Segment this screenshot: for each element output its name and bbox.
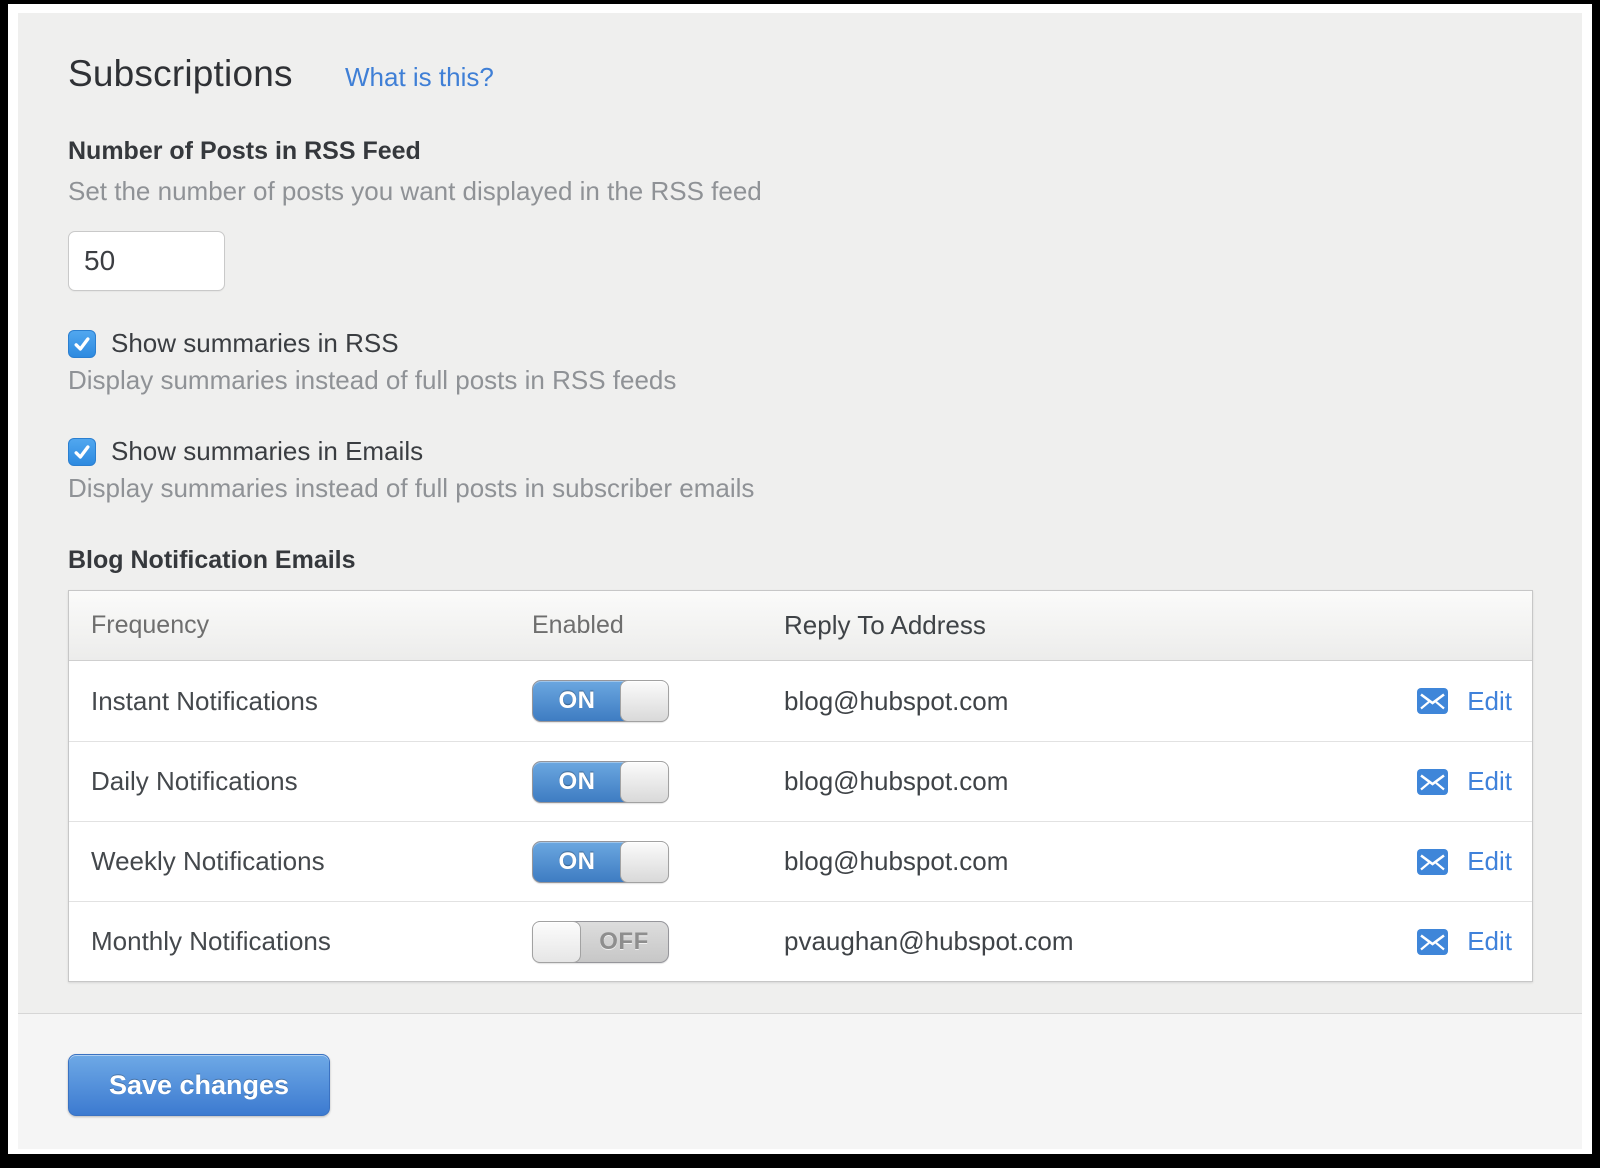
show-summaries-rss-label: Show summaries in RSS	[111, 328, 399, 358]
rss-posts-heading: Number of Posts in RSS Feed	[68, 137, 421, 165]
table-row: Weekly Notifications ON blog@hubspot.com…	[69, 821, 1532, 901]
reply-to-cell: blog@hubspot.com	[784, 685, 1009, 716]
subscriptions-panel: Subscriptions What is this? Number of Po…	[18, 13, 1582, 1013]
frequency-cell: Weekly Notifications	[91, 846, 325, 876]
toggle-knob[interactable]	[532, 920, 581, 963]
table-body: Instant Notifications ON blog@hubspot.co…	[69, 661, 1532, 981]
blog-notification-emails-heading: Blog Notification Emails	[68, 546, 356, 574]
toggle-knob[interactable]	[620, 680, 669, 722]
envelope-icon[interactable]	[1417, 688, 1449, 714]
checkmark-icon	[74, 444, 90, 459]
toggle-state-label: ON	[558, 687, 596, 714]
save-changes-button[interactable]: Save changes	[68, 1054, 330, 1116]
posts-count-input[interactable]	[68, 231, 225, 291]
envelope-icon[interactable]	[1417, 848, 1449, 875]
envelope-icon[interactable]	[1417, 928, 1449, 955]
show-summaries-emails-description: Display summaries instead of full posts …	[68, 473, 755, 503]
table-row: Monthly Notifications OFF pvaughan@hubsp…	[69, 901, 1532, 981]
reply-to-cell: blog@hubspot.com	[784, 846, 1009, 876]
show-summaries-emails-label: Show summaries in Emails	[111, 436, 424, 466]
table-row: Instant Notifications ON blog@hubspot.co…	[69, 661, 1532, 741]
window-frame: Subscriptions What is this? Number of Po…	[8, 4, 1592, 1154]
notifications-table: Frequency Enabled Reply To Address Insta…	[68, 590, 1533, 982]
reply-to-cell: blog@hubspot.com	[784, 766, 1009, 796]
show-summaries-rss-description: Display summaries instead of full posts …	[68, 365, 677, 395]
edit-link[interactable]: Edit	[1467, 686, 1512, 717]
toggle-state-label: ON	[558, 847, 596, 875]
show-summaries-rss-checkbox-row[interactable]: Show summaries in RSS	[68, 328, 399, 359]
reply-to-cell: pvaughan@hubspot.com	[784, 926, 1074, 956]
toggle-state-label: OFF	[599, 927, 649, 955]
enabled-toggle[interactable]: ON	[532, 840, 669, 883]
show-summaries-emails-checkbox-row[interactable]: Show summaries in Emails	[68, 436, 423, 467]
toggle-knob[interactable]	[620, 760, 669, 803]
footer-bar: Save changes	[18, 1013, 1582, 1149]
table-row: Daily Notifications ON blog@hubspot.com …	[69, 741, 1532, 821]
table-header-row: Frequency Enabled Reply To Address	[69, 591, 1532, 661]
frequency-cell: Daily Notifications	[91, 766, 298, 796]
checkbox-checked-icon[interactable]	[68, 329, 96, 358]
page-title: Subscriptions	[68, 53, 293, 94]
envelope-icon[interactable]	[1417, 768, 1449, 795]
edit-link[interactable]: Edit	[1467, 926, 1512, 957]
toggle-knob[interactable]	[620, 840, 669, 883]
column-header-frequency: Frequency	[91, 611, 210, 639]
enabled-toggle[interactable]: OFF	[532, 920, 669, 963]
what-is-this-link[interactable]: What is this?	[345, 62, 494, 93]
toggle-state-label: ON	[558, 767, 596, 795]
edit-link[interactable]: Edit	[1467, 766, 1512, 797]
column-header-reply-to: Reply To Address	[784, 610, 986, 640]
frequency-cell: Instant Notifications	[91, 685, 318, 716]
edit-link[interactable]: Edit	[1467, 846, 1512, 877]
checkbox-checked-icon[interactable]	[68, 437, 96, 466]
rss-posts-description: Set the number of posts you want display…	[68, 176, 762, 206]
enabled-toggle[interactable]: ON	[532, 680, 669, 722]
frequency-cell: Monthly Notifications	[91, 926, 331, 956]
enabled-toggle[interactable]: ON	[532, 760, 669, 803]
column-header-enabled: Enabled	[532, 611, 624, 639]
checkmark-icon	[74, 336, 90, 351]
